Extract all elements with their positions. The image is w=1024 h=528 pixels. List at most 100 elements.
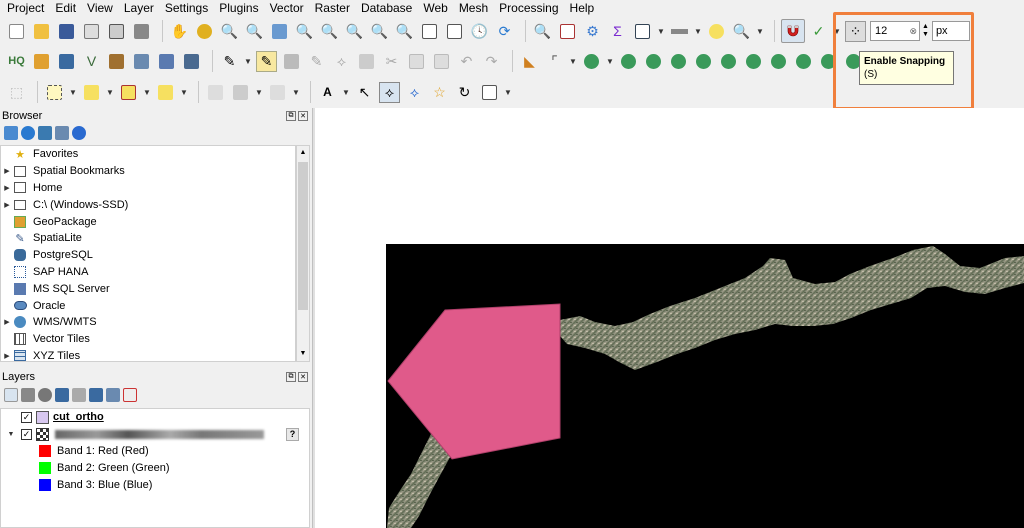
style-manager-icon[interactable] bbox=[131, 21, 152, 42]
chevron-down-icon[interactable]: ▼ bbox=[255, 88, 263, 97]
filter-legend-icon[interactable] bbox=[55, 388, 69, 402]
float-panel-icon[interactable]: ⧉ bbox=[286, 111, 296, 121]
toggle-editing-icon[interactable]: ✎ bbox=[256, 50, 277, 72]
scrollbar-thumb[interactable] bbox=[298, 162, 308, 310]
cut-features-icon[interactable]: ✂ bbox=[381, 51, 402, 72]
zoom-native-icon[interactable]: 🔍 bbox=[344, 21, 365, 42]
identify-features-icon[interactable]: 🔍 bbox=[532, 21, 553, 42]
snapping-unit-select[interactable]: px bbox=[931, 21, 970, 41]
move-label-icon[interactable]: ⟡ bbox=[404, 82, 425, 103]
browser-item[interactable]: MS SQL Server bbox=[1, 280, 295, 297]
open-project-icon[interactable] bbox=[31, 21, 52, 42]
vertex-selected-icon[interactable]: ⟡ bbox=[379, 81, 400, 103]
chevron-right-icon[interactable]: ▶ bbox=[1, 352, 13, 360]
browser-item[interactable]: Oracle bbox=[1, 297, 295, 314]
reshape-icon[interactable] bbox=[718, 51, 739, 72]
chevron-down-icon[interactable]: ▼ bbox=[69, 88, 77, 97]
browser-item[interactable]: ▶ XYZ Tiles bbox=[1, 348, 295, 361]
offset-curve-icon[interactable] bbox=[743, 51, 764, 72]
refresh-icon[interactable]: ⟳ bbox=[494, 21, 515, 42]
vertex-tool-icon[interactable]: ⟡ bbox=[331, 51, 352, 72]
pan-hand-icon[interactable]: ✋ bbox=[169, 21, 190, 42]
undo-icon[interactable]: ↶ bbox=[456, 51, 477, 72]
digitize-shape-icon[interactable]: ⌜ bbox=[544, 51, 565, 72]
zoom-next-icon[interactable]: 🔍 bbox=[394, 21, 415, 42]
browser-item[interactable]: GeoPackage bbox=[1, 213, 295, 230]
close-icon[interactable]: ✕ bbox=[298, 111, 308, 121]
browser-item[interactable]: SAP HANA bbox=[1, 264, 295, 281]
chevron-down-icon[interactable]: ▼ bbox=[244, 57, 252, 66]
paste-features-icon[interactable] bbox=[431, 51, 452, 72]
clear-icon[interactable]: ⊗ bbox=[909, 26, 917, 37]
browser-item[interactable]: ✎ SpatiaLite bbox=[1, 230, 295, 247]
add-wcs-icon[interactable] bbox=[181, 51, 202, 72]
menu-project[interactable]: Project bbox=[0, 0, 48, 16]
close-icon[interactable]: ✕ bbox=[298, 372, 308, 382]
layer-visibility-checkbox[interactable]: ✓ bbox=[21, 411, 32, 423]
browser-item[interactable]: ★ Favorites bbox=[1, 146, 295, 163]
menu-web[interactable]: Web bbox=[416, 0, 451, 16]
open-attribute-table-icon[interactable] bbox=[557, 21, 578, 42]
layer-item[interactable]: ▼ ✓ ? bbox=[1, 426, 309, 443]
deselect-features-icon[interactable] bbox=[118, 82, 139, 103]
digitize-icon[interactable]: ✎ bbox=[306, 51, 327, 72]
copy-features-icon[interactable] bbox=[406, 51, 427, 72]
split-features-icon[interactable] bbox=[768, 51, 789, 72]
menu-database[interactable]: Database bbox=[354, 0, 416, 16]
select-by-value-icon[interactable] bbox=[81, 82, 102, 103]
chevron-down-icon[interactable]: ▼ bbox=[342, 88, 350, 97]
merge-features-icon[interactable] bbox=[818, 51, 839, 72]
temporal-controller-icon[interactable]: 🕓 bbox=[469, 21, 490, 42]
star-tool-icon[interactable]: ☆ bbox=[429, 82, 450, 103]
select-location-icon[interactable] bbox=[155, 82, 176, 103]
scroll-up-icon[interactable]: ▲ bbox=[297, 146, 309, 160]
layout-manager-icon[interactable] bbox=[106, 21, 127, 42]
float-panel-icon[interactable]: ⧉ bbox=[286, 372, 296, 382]
menu-edit[interactable]: Edit bbox=[48, 0, 80, 16]
chevron-right-icon[interactable]: ▶ bbox=[1, 318, 13, 326]
select-features-disabled-icon[interactable]: ⬚ bbox=[6, 82, 27, 103]
select-by-area-icon[interactable] bbox=[44, 82, 65, 103]
chevron-down-icon[interactable]: ▼ bbox=[106, 88, 114, 97]
browser-item[interactable]: ▶ C:\ (Windows-SSD) bbox=[1, 196, 295, 213]
pin-labels-icon[interactable]: ↖ bbox=[354, 82, 375, 103]
add-ring-icon[interactable] bbox=[581, 51, 602, 72]
zoom-selection-icon[interactable]: 🔍 bbox=[294, 21, 315, 42]
menu-raster[interactable]: Raster bbox=[308, 0, 354, 16]
chevron-down-icon[interactable]: ▼ bbox=[292, 88, 300, 97]
chevron-right-icon[interactable]: ▶ bbox=[1, 167, 13, 175]
browser-scrollbar[interactable]: ▲ ▼ bbox=[296, 145, 310, 362]
redo-icon[interactable]: ↷ bbox=[481, 51, 502, 72]
new-project-icon[interactable] bbox=[6, 21, 27, 42]
text-annotation-icon[interactable] bbox=[479, 82, 500, 103]
statistics-icon[interactable]: Σ bbox=[607, 21, 628, 42]
help-icon[interactable]: ? bbox=[286, 427, 299, 441]
save-project-icon[interactable] bbox=[56, 21, 77, 42]
filter-icon[interactable] bbox=[38, 126, 52, 140]
zoom-full-icon[interactable] bbox=[269, 21, 290, 42]
filter-expression-icon[interactable] bbox=[72, 388, 86, 402]
current-edits-icon[interactable]: ✎ bbox=[219, 51, 240, 72]
chevron-down-icon[interactable]: ▼ bbox=[756, 27, 764, 36]
layer-item[interactable]: ✓ cut_ortho bbox=[1, 409, 309, 426]
label-toolbar-icon[interactable]: A bbox=[317, 82, 338, 103]
new-map-view-icon[interactable] bbox=[419, 21, 440, 42]
browser-item[interactable]: PostgreSQL bbox=[1, 247, 295, 264]
chevron-right-icon[interactable]: ▶ bbox=[1, 201, 13, 209]
new-virtual-layer-icon[interactable] bbox=[106, 51, 127, 72]
add-layers-icon[interactable] bbox=[4, 126, 18, 140]
manage-visibility-icon[interactable] bbox=[38, 388, 52, 402]
expand-all-icon[interactable] bbox=[89, 388, 103, 402]
delete-part-icon[interactable] bbox=[693, 51, 714, 72]
delete-selected-icon[interactable] bbox=[356, 51, 377, 72]
collapse-all-icon[interactable] bbox=[55, 126, 69, 140]
chevron-down-icon[interactable]: ▼ bbox=[143, 88, 151, 97]
zoom-in-icon[interactable]: 🔍 bbox=[219, 21, 240, 42]
map-canvas[interactable] bbox=[315, 108, 1024, 528]
open-styling-icon[interactable] bbox=[4, 388, 18, 402]
print-layout-icon[interactable] bbox=[81, 21, 102, 42]
fill-ring-icon[interactable] bbox=[643, 51, 664, 72]
chevron-down-icon[interactable]: ▼ bbox=[606, 57, 614, 66]
menu-mesh[interactable]: Mesh bbox=[452, 0, 492, 16]
rotate-label-icon[interactable]: ↻ bbox=[454, 82, 475, 103]
